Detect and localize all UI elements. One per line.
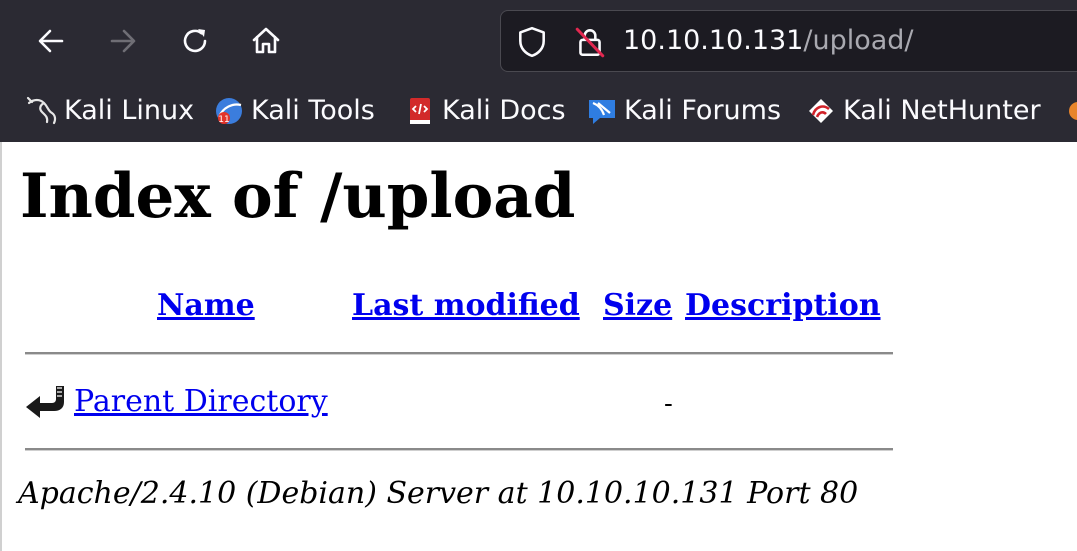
bookmark-kali-docs[interactable]: Kali Docs bbox=[404, 92, 566, 130]
forward-button[interactable] bbox=[100, 18, 146, 64]
url-bar[interactable]: 10.10.10.131/upload/ bbox=[500, 10, 1077, 72]
column-header-description[interactable]: Description bbox=[685, 288, 881, 324]
divider bbox=[25, 448, 893, 451]
shield-icon[interactable] bbox=[515, 25, 549, 63]
home-button[interactable] bbox=[243, 18, 289, 64]
arrow-right-icon bbox=[110, 29, 136, 53]
reload-icon bbox=[183, 29, 207, 53]
page-content: Index of /upload Name Last modified Size… bbox=[0, 142, 1077, 551]
column-header-last-modified[interactable]: Last modified bbox=[352, 288, 580, 324]
page-title: Index of /upload bbox=[20, 161, 576, 232]
bookmark-label: Kali Docs bbox=[442, 95, 566, 126]
bookmark-kali-nethunter[interactable]: Kali NetHunter bbox=[805, 92, 1041, 130]
bookmark-label: Kali NetHunter bbox=[843, 95, 1041, 126]
reload-button[interactable] bbox=[172, 18, 218, 64]
page-border bbox=[0, 142, 2, 551]
url-host: 10.10.10.131 bbox=[623, 25, 804, 56]
bookmark-label: Kali Tools bbox=[251, 95, 375, 126]
bookmark-kali-tools[interactable]: 11 Kali Tools bbox=[213, 92, 375, 130]
kali-nethunter-icon bbox=[805, 95, 837, 127]
url-path: /upload/ bbox=[803, 25, 914, 56]
divider bbox=[25, 352, 893, 355]
bookmarks-toolbar: Kali Linux 11 Kali Tools Kali Docs Kali … bbox=[0, 86, 1077, 136]
lock-slashed-icon[interactable] bbox=[573, 25, 607, 63]
bookmark-label: Kali Forums bbox=[624, 95, 782, 126]
bookmark-overflow-icon bbox=[1062, 95, 1077, 127]
url-text[interactable]: 10.10.10.131/upload/ bbox=[623, 23, 914, 59]
kali-tools-icon: 11 bbox=[213, 95, 245, 127]
parent-directory-link[interactable]: Parent Directory bbox=[74, 384, 328, 420]
column-header-size[interactable]: Size bbox=[603, 288, 672, 324]
bookmark-label: Kali Linux bbox=[64, 95, 195, 126]
bookmark-overflow-partial[interactable] bbox=[1062, 92, 1077, 130]
home-icon bbox=[252, 27, 280, 54]
row-size: - bbox=[664, 389, 673, 419]
bookmark-kali-forums[interactable]: Kali Forums bbox=[586, 92, 781, 130]
kali-dragon-icon bbox=[26, 95, 58, 127]
arrow-left-icon bbox=[38, 29, 64, 53]
svg-text:11: 11 bbox=[218, 115, 229, 125]
back-button[interactable] bbox=[28, 18, 74, 64]
bookmark-kali-linux[interactable]: Kali Linux bbox=[26, 92, 194, 130]
column-header-name[interactable]: Name bbox=[157, 288, 255, 324]
server-signature: Apache/2.4.10 (Debian) Server at 10.10.1… bbox=[18, 476, 859, 511]
back-folder-icon bbox=[24, 382, 66, 424]
kali-docs-icon bbox=[404, 95, 436, 127]
kali-forums-icon bbox=[586, 95, 618, 127]
browser-chrome: 10.10.10.131/upload/ Kali Linux 11 Kali … bbox=[0, 0, 1077, 142]
